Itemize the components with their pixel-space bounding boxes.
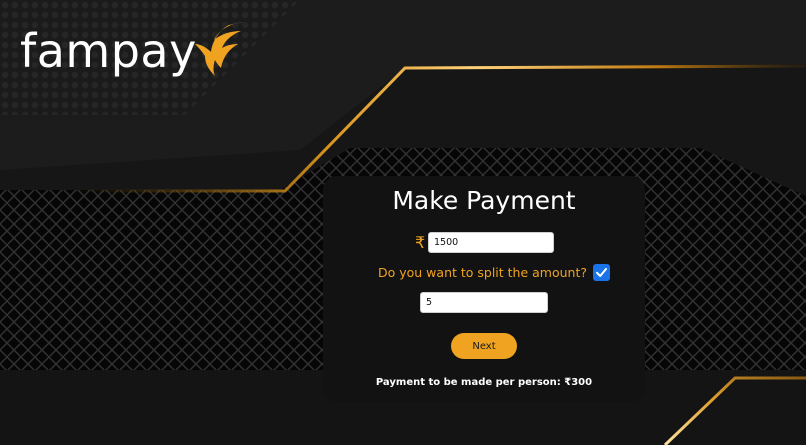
page-title: Make Payment [392, 186, 576, 215]
fampay-wing-logo-icon [194, 22, 243, 76]
next-button[interactable]: Next [451, 333, 517, 359]
brand-logo: fampay [20, 22, 245, 86]
split-row: Do you want to split the amount? [378, 264, 611, 281]
people-count-input[interactable] [420, 292, 548, 313]
payment-card: Make Payment ₹ Do you want to split the … [323, 176, 645, 402]
checkmark-icon [596, 268, 608, 277]
split-question-label: Do you want to split the amount? [378, 264, 588, 280]
brand-name: fampay [20, 24, 197, 78]
amount-row: ₹ [415, 232, 554, 253]
per-person-result: Payment to be made per person: ₹300 [375, 377, 593, 388]
split-checkbox[interactable] [593, 264, 611, 281]
amount-input[interactable] [428, 232, 554, 253]
rupee-icon: ₹ [415, 233, 426, 252]
